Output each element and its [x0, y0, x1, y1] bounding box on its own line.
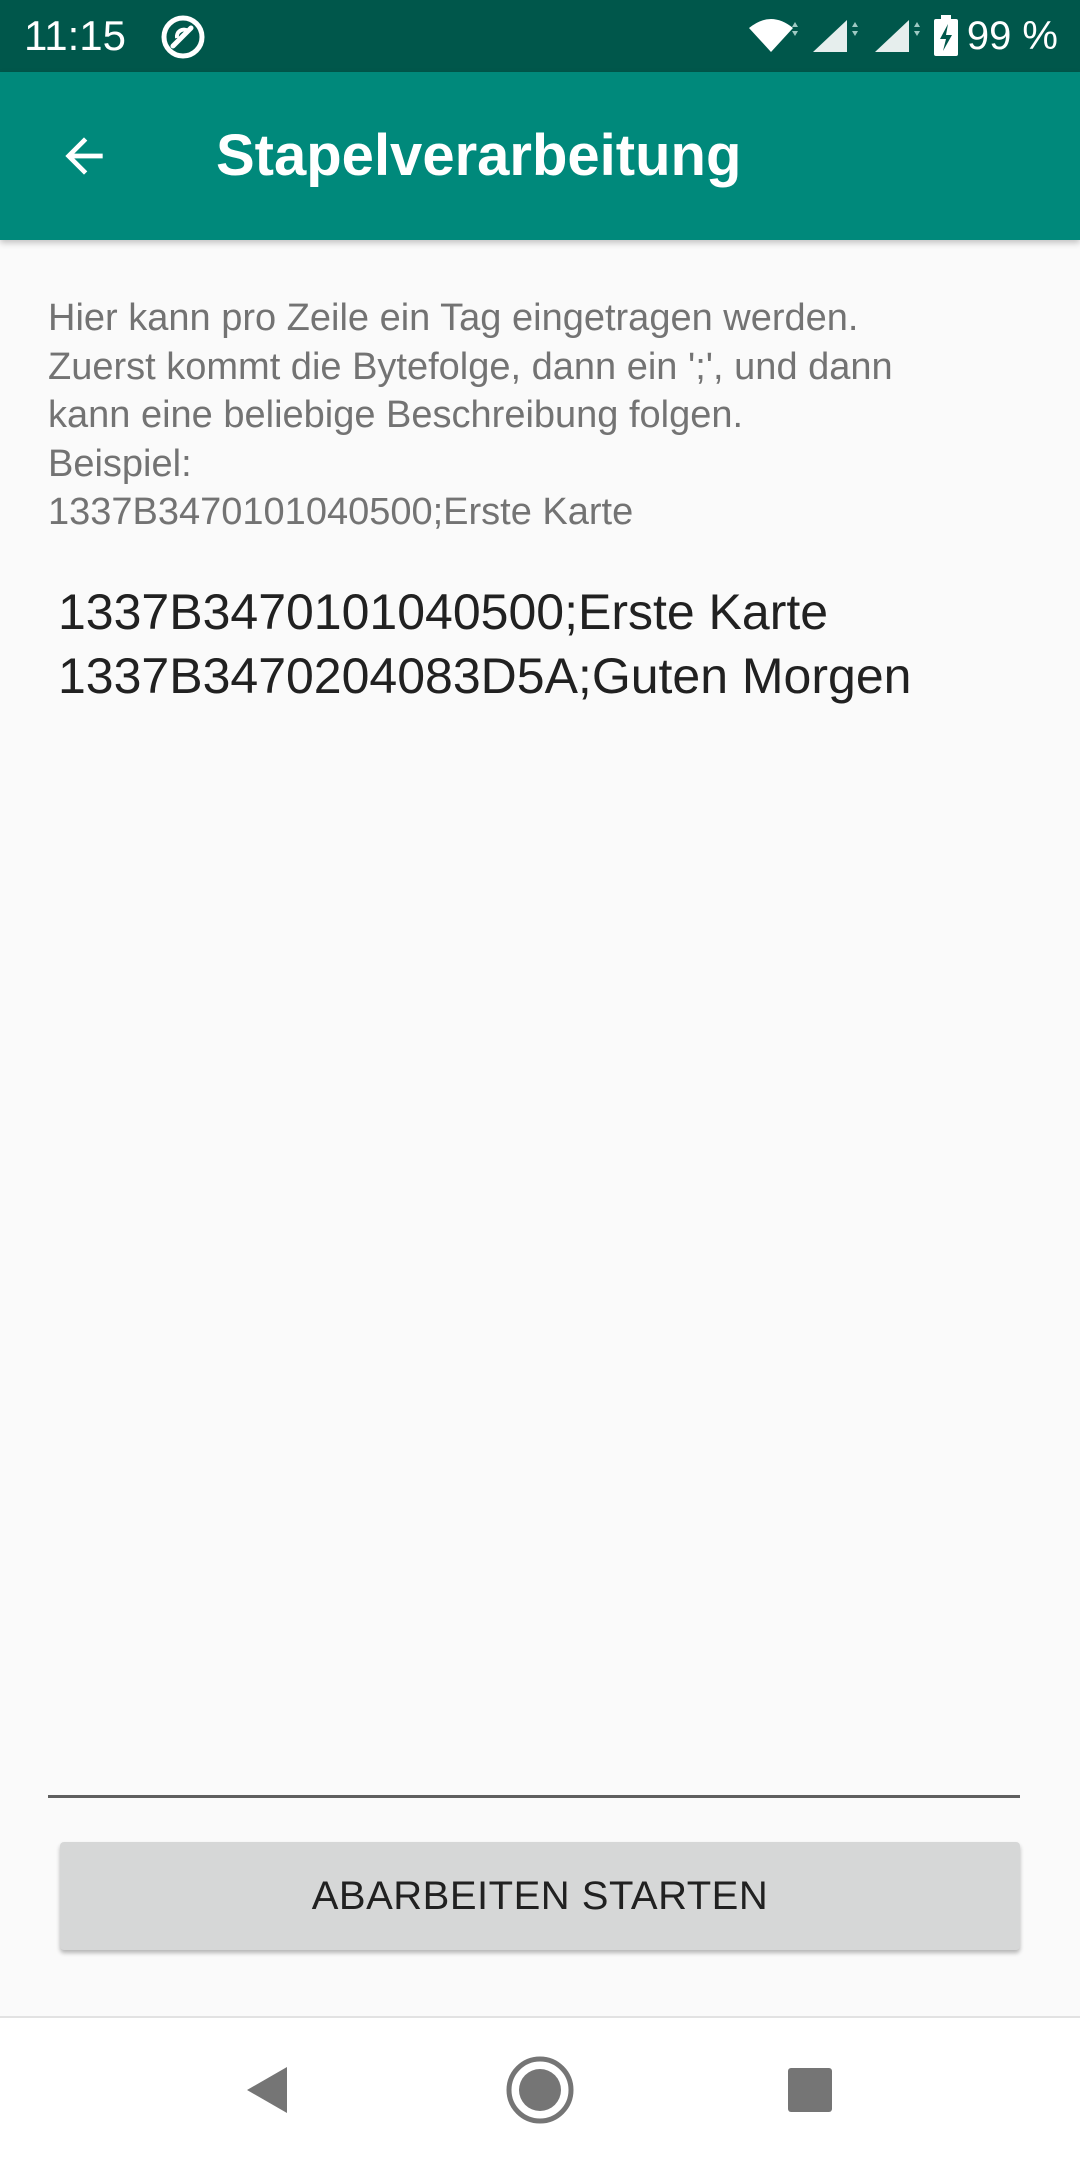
app-bar: Stapelverarbeitung [0, 72, 1080, 240]
instruction-line: kann eine beliebige Beschreibung folgen. [48, 394, 744, 436]
status-time: 11:15 [24, 12, 126, 59]
battery-charging-icon [933, 15, 958, 56]
nav-recents-button[interactable] [760, 2040, 860, 2140]
cell-signal-icon [812, 20, 858, 52]
recents-square-icon [788, 2068, 832, 2112]
sync-app-icon [161, 15, 205, 59]
status-bar: 11:15 99 % [0, 0, 1080, 72]
back-button[interactable] [36, 108, 132, 204]
instruction-line: Beispiel: [48, 442, 192, 485]
instructions-text: Hier kann pro Zeile ein Tag eingetragen … [48, 294, 1038, 537]
arrow-back-icon [65, 137, 103, 175]
instruction-line: Zuerst kommt die Bytefolge, dann ein ';'… [48, 345, 893, 388]
nav-back-button[interactable] [216, 2040, 316, 2140]
status-icons: 99 % [739, 12, 1058, 60]
home-circle-icon [506, 2056, 574, 2124]
navigation-bar [0, 2016, 1080, 2160]
battery-percent: 99 % [966, 14, 1058, 58]
nav-home-button[interactable] [490, 2040, 590, 2140]
page-title: Stapelverarbeitung [216, 123, 742, 188]
start-button-label: ABARBEITEN STARTEN [311, 1873, 769, 1918]
instruction-line: 1337B3470101040500;Erste Karte [48, 491, 634, 533]
instruction-line: Hier kann pro Zeile ein Tag eingetragen … [48, 297, 859, 339]
back-triangle-icon [247, 2067, 287, 2113]
batch-input[interactable]: 1337B3470101040500;Erste Karte 1337B3470… [48, 572, 1020, 1798]
start-processing-button[interactable]: ABARBEITEN STARTEN [60, 1842, 1020, 1950]
cell-signal-icon [874, 20, 920, 52]
wifi-icon [748, 19, 798, 52]
